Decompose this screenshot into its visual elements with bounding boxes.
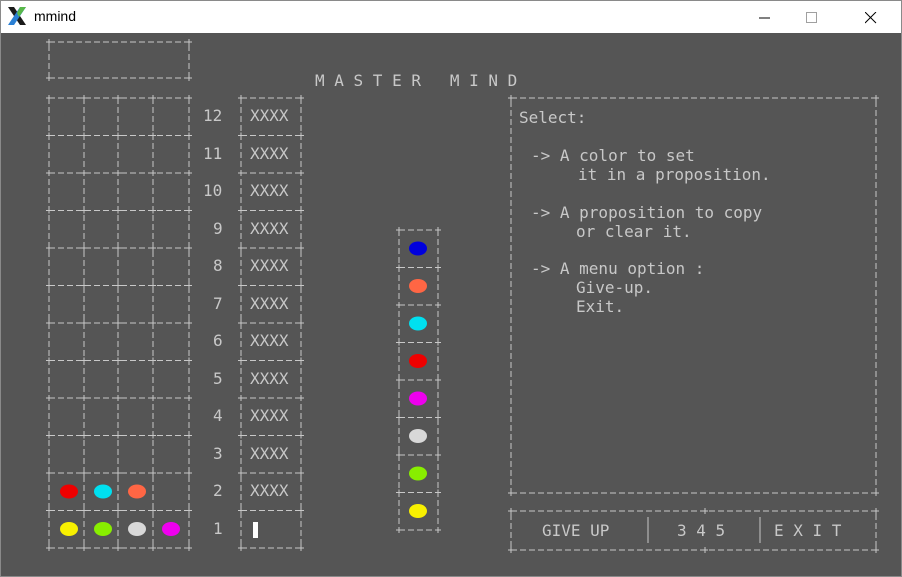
row-number: 2 — [213, 481, 223, 500]
peg-green — [94, 522, 112, 536]
maximize-icon — [806, 12, 817, 23]
row-number: 10 — [203, 181, 223, 200]
hidden-code-cell[interactable]: XXXX — [250, 294, 289, 313]
row-number: 11 — [203, 143, 223, 163]
hidden-code-cell[interactable]: XXXX — [250, 481, 289, 500]
peg-magenta — [162, 522, 180, 536]
palette-blue[interactable] — [409, 241, 427, 256]
maximize-button[interactable] — [788, 1, 834, 33]
palette-yellow[interactable] — [409, 504, 427, 518]
palette-orange[interactable] — [409, 279, 427, 293]
row-number: 8 — [213, 256, 223, 275]
code-length-selector[interactable]: 3 4 5 — [677, 521, 725, 540]
help-color-line2: it in a proposition. — [578, 165, 771, 184]
row-number: 9 — [213, 218, 223, 238]
game-title: M A S T E R M I N D — [315, 71, 518, 90]
minimize-icon — [759, 17, 770, 19]
palette-magenta[interactable] — [409, 391, 427, 406]
give-up-button[interactable]: GIVE UP — [542, 521, 609, 540]
hidden-code-cell[interactable]: XXXX — [250, 106, 289, 125]
app-window: mmind M A S T E R M I N D 12 11 10 9 8 7 6 5 4 3 2… — [0, 0, 902, 577]
row-number: 12 — [203, 106, 223, 125]
title-bar: mmind — [1, 1, 901, 33]
help-menu-line1: -> A menu option : — [531, 259, 705, 278]
palette-green[interactable] — [409, 466, 427, 481]
palette-white[interactable] — [409, 429, 427, 443]
hidden-code-cell[interactable]: XXXX — [250, 144, 289, 163]
x-app-icon — [8, 7, 26, 25]
help-select: Select: — [519, 108, 587, 127]
row-number: 4 — [213, 406, 223, 425]
peg-white — [128, 522, 146, 536]
hidden-code-cell[interactable]: XXXX — [250, 444, 289, 463]
hidden-code-cell[interactable]: XXXX — [250, 181, 289, 200]
palette-cyan[interactable] — [409, 316, 427, 331]
help-proposition-line2: or clear it. — [576, 222, 692, 241]
hidden-code-cell[interactable]: XXXX — [250, 256, 289, 275]
hidden-code-cell[interactable]: XXXX — [250, 369, 289, 388]
close-icon — [865, 12, 877, 24]
peg-red — [60, 484, 78, 499]
minimize-button[interactable] — [741, 1, 787, 33]
help-proposition-line1: -> A proposition to copy — [531, 203, 763, 222]
peg-cyan — [94, 484, 112, 499]
row-number: 7 — [213, 293, 223, 313]
peg-orange — [128, 484, 146, 499]
window-title: mmind — [34, 8, 77, 24]
peg-yellow — [60, 522, 78, 536]
hidden-code-cell[interactable]: XXXX — [250, 331, 289, 350]
help-menu-exit: Exit. — [576, 297, 625, 316]
help-menu-giveup: Give-up. — [576, 278, 654, 297]
row-number: 6 — [213, 331, 223, 350]
row-number: 3 — [213, 443, 223, 463]
close-button[interactable] — [847, 1, 893, 33]
hidden-code-cell[interactable]: XXXX — [250, 219, 289, 238]
hidden-code-cell[interactable]: XXXX — [250, 406, 289, 425]
text-cursor — [253, 522, 258, 538]
exit-button[interactable]: E X I T — [774, 521, 841, 540]
board-lines — [46, 39, 879, 553]
help-color-line1: -> A color to set — [531, 146, 695, 165]
game-terminal: M A S T E R M I N D 12 11 10 9 8 7 6 5 4 3 2 1 XXXX… — [1, 33, 901, 576]
palette-red[interactable] — [409, 354, 427, 368]
row-number: 1 — [213, 518, 223, 538]
row-number: 5 — [213, 368, 223, 388]
